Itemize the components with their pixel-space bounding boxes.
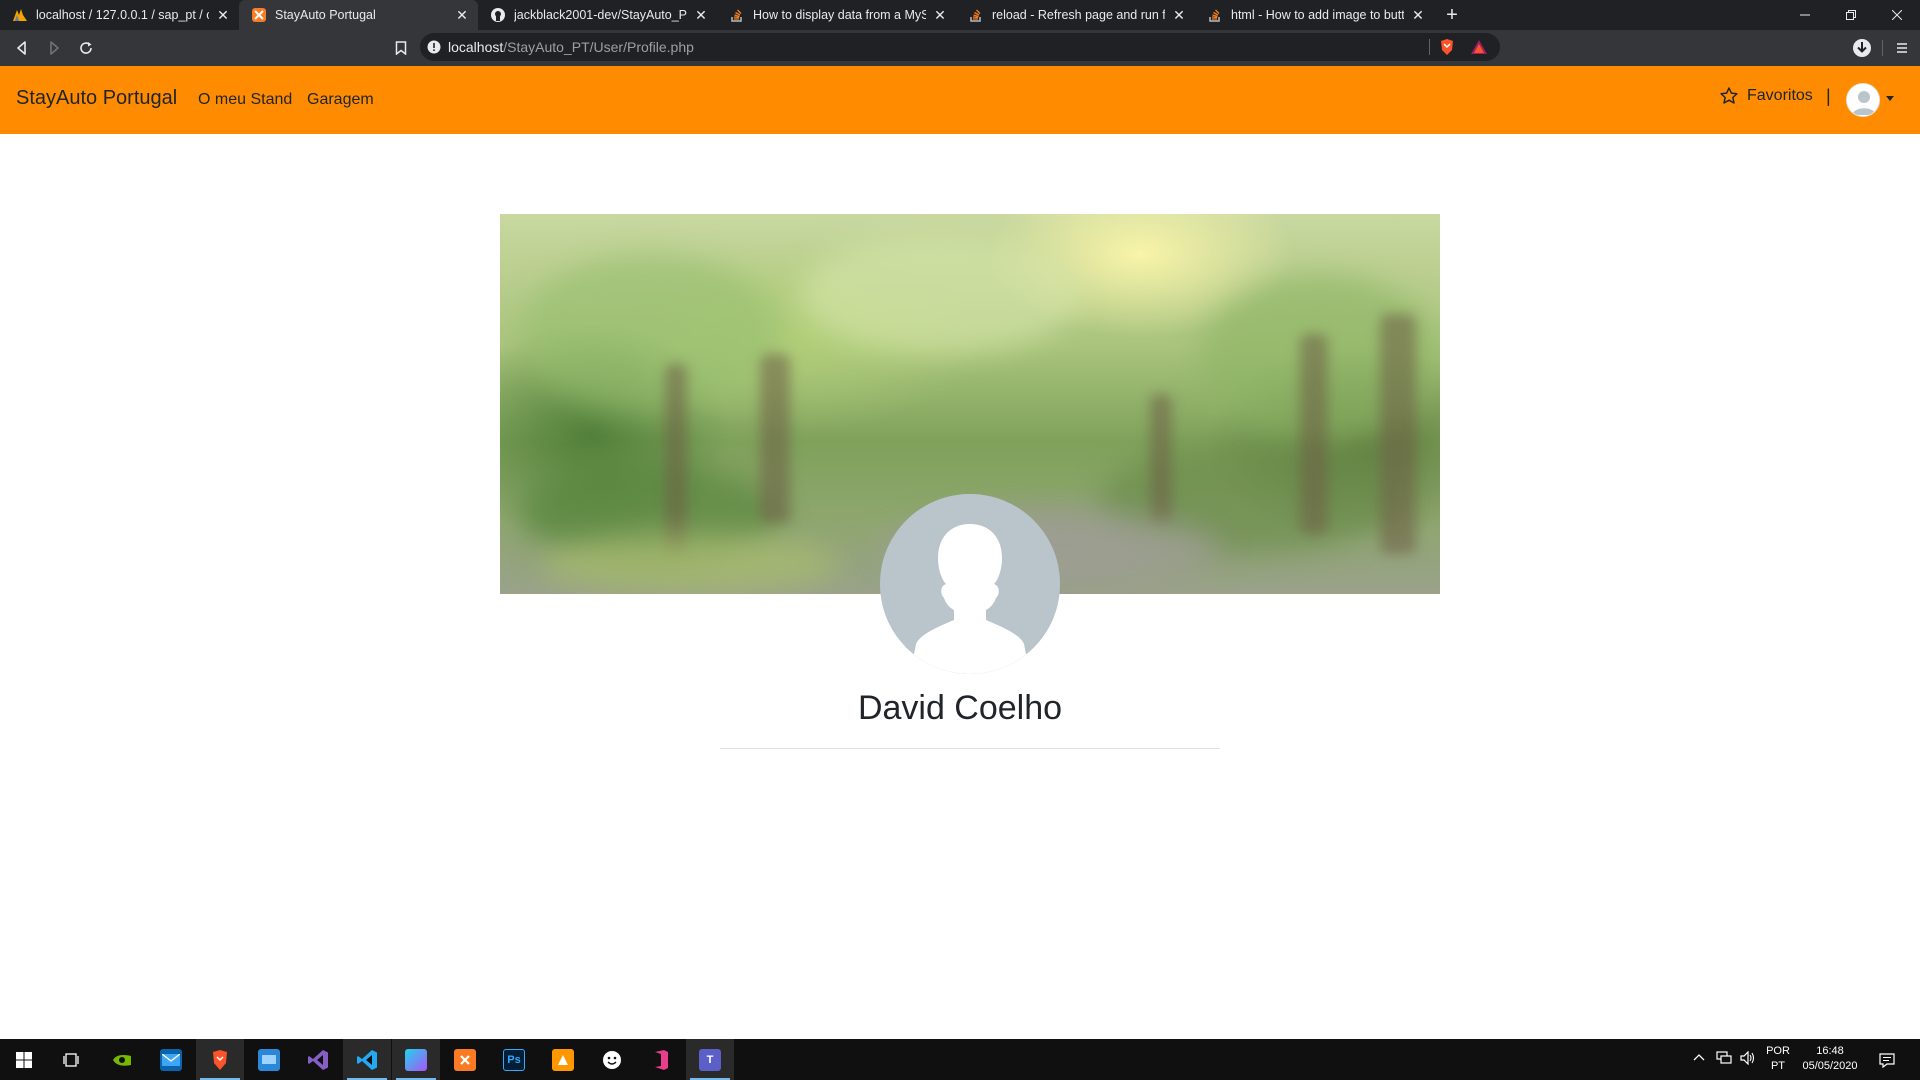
emoji-icon[interactable] — [588, 1039, 636, 1080]
tab-stayauto[interactable]: StayAuto Portugal ✕ — [239, 0, 478, 30]
close-icon[interactable]: ✕ — [932, 7, 948, 23]
network-icon[interactable] — [1716, 1051, 1732, 1068]
windows-taskbar: Ps T POR PT 16:48 05/05/2020 — [0, 1039, 1920, 1080]
office-icon[interactable] — [637, 1039, 685, 1080]
stackoverflow-icon — [1207, 7, 1223, 23]
user-avatar-button[interactable] — [1846, 83, 1880, 117]
user-silhouette-icon — [880, 494, 1060, 674]
app-icon[interactable] — [392, 1039, 440, 1080]
close-icon[interactable]: ✕ — [215, 7, 231, 23]
new-tab-button[interactable]: + — [1438, 0, 1466, 30]
url-host: localhost — [448, 39, 504, 55]
close-icon[interactable]: ✕ — [1410, 7, 1426, 23]
tab-stackoverflow-1[interactable]: How to display data from a MySql ✕ — [717, 0, 956, 30]
profile-picture[interactable] — [880, 494, 1060, 674]
tab-github[interactable]: jackblack2001-dev/StayAuto_PT: P ✕ — [478, 0, 717, 30]
tab-title: How to display data from a MySql — [753, 8, 926, 22]
site-brand[interactable]: StayAuto Portugal — [16, 87, 177, 110]
tab-phpmyadmin[interactable]: localhost / 127.0.0.1 / sap_pt / car ✕ — [0, 0, 239, 30]
tab-title: html - How to add image to button — [1231, 8, 1404, 22]
notification-icon[interactable] — [1863, 1039, 1911, 1080]
language-top: POR — [1766, 1045, 1790, 1057]
language-indicator[interactable]: POR PT — [1765, 1044, 1791, 1074]
page-content: StayAuto Portugal O meu Stand Garagem Fa… — [0, 66, 1920, 1039]
restore-button[interactable] — [1828, 0, 1874, 30]
bookmark-icon — [395, 41, 407, 55]
vscode-icon[interactable] — [343, 1039, 391, 1080]
tab-stackoverflow-2[interactable]: reload - Refresh page and run func ✕ — [956, 0, 1195, 30]
photoshop-icon[interactable]: Ps — [490, 1039, 538, 1080]
site-info-icon[interactable] — [420, 40, 448, 54]
windows-start-icon[interactable] — [0, 1039, 48, 1080]
volume-icon[interactable] — [1740, 1050, 1756, 1068]
browser-toolbar: localhost/StayAuto_PT/User/Profile.php — [0, 30, 1920, 66]
teams-icon[interactable]: T — [686, 1039, 734, 1080]
omnibox-divider — [1429, 39, 1430, 55]
brave-rewards-icon[interactable] — [1470, 38, 1488, 56]
divider — [720, 748, 1220, 749]
site-navbar: StayAuto Portugal O meu Stand Garagem Fa… — [0, 66, 1920, 134]
browser-window: localhost / 127.0.0.1 / sap_pt / car ✕ S… — [0, 0, 1920, 1080]
minimize-button[interactable] — [1782, 0, 1828, 30]
back-icon — [17, 41, 26, 55]
forward-icon — [50, 41, 59, 55]
brave-shield-icon[interactable] — [1438, 38, 1456, 56]
back-button[interactable] — [7, 33, 37, 63]
clock-time: 16:48 — [1816, 1045, 1844, 1057]
close-icon[interactable]: ✕ — [454, 7, 470, 23]
address-url: localhost/StayAuto_PT/User/Profile.php — [448, 39, 694, 55]
language-bottom: PT — [1770, 1060, 1786, 1072]
menu-icon[interactable] — [1884, 30, 1920, 66]
nav-divider: | — [1826, 86, 1831, 106]
nvidia-icon[interactable] — [98, 1039, 146, 1080]
mail-icon[interactable] — [147, 1039, 195, 1080]
remote-desktop-icon[interactable] — [245, 1039, 293, 1080]
clock[interactable]: 16:48 05/05/2020 — [1796, 1044, 1864, 1074]
reload-icon — [80, 42, 92, 54]
clock-date: 05/05/2020 — [1802, 1060, 1858, 1072]
profile-name: David Coelho — [857, 689, 1063, 727]
visual-studio-icon[interactable] — [294, 1039, 342, 1080]
task-view-icon[interactable] — [48, 1039, 96, 1080]
stackoverflow-icon — [729, 7, 745, 23]
sublime-merge-icon[interactable] — [539, 1039, 587, 1080]
tab-strip: localhost / 127.0.0.1 / sap_pt / car ✕ S… — [0, 0, 1920, 30]
nav-link-garagem[interactable]: Garagem — [307, 91, 374, 109]
tab-title: localhost / 127.0.0.1 / sap_pt / car — [36, 8, 209, 22]
stackoverflow-icon — [968, 7, 984, 23]
tab-stackoverflow-3[interactable]: html - How to add image to button ✕ — [1195, 0, 1434, 30]
xampp-icon[interactable] — [441, 1039, 489, 1080]
tab-title: jackblack2001-dev/StayAuto_PT: P — [514, 8, 687, 22]
favorites-label: Favoritos — [1747, 87, 1813, 104]
close-icon[interactable]: ✕ — [1171, 7, 1187, 23]
bookmark-button[interactable] — [386, 33, 416, 63]
reload-button[interactable] — [71, 33, 101, 63]
close-icon[interactable]: ✕ — [693, 7, 709, 23]
toolbar-right — [1844, 30, 1920, 66]
tab-title: StayAuto Portugal — [275, 8, 376, 22]
xampp-icon — [251, 7, 267, 23]
chevron-up-icon[interactable] — [1693, 1052, 1705, 1064]
url-path: /StayAuto_PT/User/Profile.php — [503, 39, 694, 55]
favorites-link[interactable]: Favoritos — [1719, 86, 1813, 106]
address-bar[interactable]: localhost/StayAuto_PT/User/Profile.php — [420, 33, 1500, 61]
avatar-icon — [1847, 84, 1879, 116]
window-controls — [1782, 0, 1920, 30]
tab-title: reload - Refresh page and run func — [992, 8, 1165, 22]
download-icon[interactable] — [1844, 30, 1880, 66]
star-icon — [1720, 87, 1738, 104]
nav-link-o-meu-stand[interactable]: O meu Stand — [198, 91, 292, 109]
github-icon — [490, 7, 506, 23]
brave-icon[interactable] — [196, 1039, 244, 1080]
phpmyadmin-icon — [12, 7, 28, 23]
chevron-down-icon[interactable] — [1886, 96, 1894, 101]
forward-button[interactable] — [39, 33, 69, 63]
close-window-button[interactable] — [1874, 0, 1920, 30]
